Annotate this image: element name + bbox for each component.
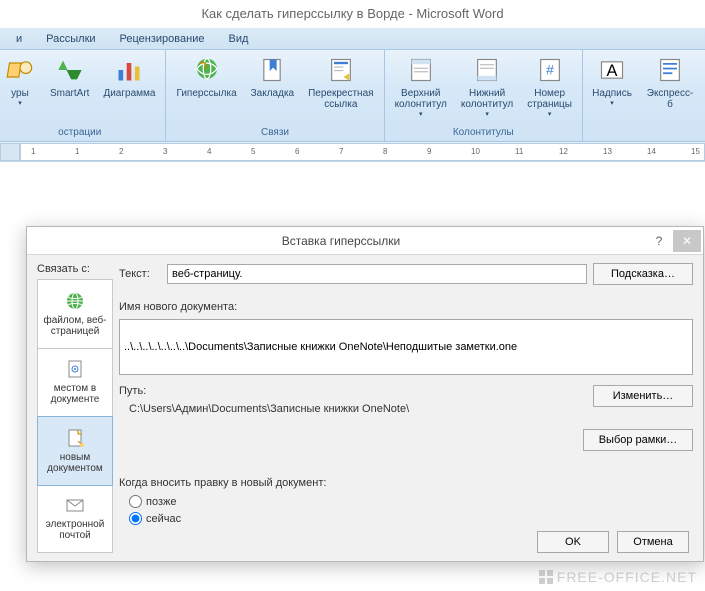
help-button[interactable]: ?: [645, 230, 673, 252]
chart-button[interactable]: Диаграмма: [99, 52, 159, 101]
target-frame-button[interactable]: Выбор рамки…: [583, 429, 693, 451]
ribbon-tabs: и Рассылки Рецензирование Вид: [0, 28, 705, 50]
smartart-button[interactable]: SmartArt: [46, 52, 93, 101]
ruler-corner[interactable]: [0, 143, 20, 161]
text-label: Текст:: [119, 268, 161, 280]
new-document-icon: [65, 428, 85, 448]
chart-icon: [113, 54, 145, 86]
cancel-button[interactable]: Отмена: [617, 531, 689, 553]
ok-button[interactable]: OK: [537, 531, 609, 553]
email-icon: [65, 495, 85, 515]
group-label: Связи: [172, 127, 377, 141]
hyperlink-icon: [191, 54, 223, 86]
chevron-down-icon: ▾: [18, 99, 22, 107]
windows-icon: [539, 570, 553, 584]
chevron-down-icon: ▾: [419, 110, 423, 118]
insert-hyperlink-dialog: Вставка гиперссылки ? ✕ Связать с: файло…: [26, 226, 704, 562]
footer-button[interactable]: Нижний колонтитул▾: [457, 52, 517, 120]
footer-icon: [471, 54, 503, 86]
chevron-down-icon: ▾: [548, 110, 552, 118]
group-text: A Надпись▾ Экспресс-б: [583, 50, 705, 141]
display-text-input[interactable]: [167, 264, 587, 284]
textbox-button[interactable]: A Надпись▾: [589, 52, 635, 109]
dialog-titlebar[interactable]: Вставка гиперссылки ? ✕: [27, 227, 703, 255]
svg-text:A: A: [607, 62, 618, 80]
quickparts-icon: [654, 54, 686, 86]
bookmark-button[interactable]: Закладка: [247, 52, 298, 101]
pagenumber-button[interactable]: # Номер страницы▾: [523, 52, 576, 120]
tab-review[interactable]: Рецензирование: [108, 28, 217, 50]
bookmark-icon: [256, 54, 288, 86]
path-label: Путь:: [119, 385, 146, 397]
smartart-icon: [54, 54, 86, 86]
link-type-place-doc[interactable]: местом в документе: [38, 349, 112, 418]
change-path-button[interactable]: Изменить…: [593, 385, 693, 407]
radio-edit-now[interactable]: сейчас: [129, 512, 693, 525]
header-button[interactable]: Верхний колонтитул▾: [391, 52, 451, 120]
link-type-email[interactable]: электронной почтой: [38, 485, 112, 553]
document-target-icon: [65, 359, 85, 379]
ruler-area: 1123456789101112131415: [0, 142, 705, 162]
link-type-list: файлом, веб- страницей местом в документ…: [37, 279, 113, 553]
link-type-file-web[interactable]: файлом, веб- страницей: [38, 280, 112, 349]
pagenumber-icon: #: [534, 54, 566, 86]
chevron-down-icon: ▾: [485, 110, 489, 118]
when-edit-label: Когда вносить правку в новый документ:: [119, 477, 693, 489]
screentip-button[interactable]: Подсказка…: [593, 263, 693, 285]
tab-partial[interactable]: и: [4, 28, 34, 50]
close-button[interactable]: ✕: [673, 230, 701, 252]
document-area[interactable]: [0, 162, 705, 222]
horizontal-ruler[interactable]: 1123456789101112131415: [20, 143, 705, 161]
radio-edit-later[interactable]: позже: [129, 495, 693, 508]
dialog-title: Вставка гиперссылки: [37, 234, 645, 248]
group-headerfooter: Верхний колонтитул▾ Нижний колонтитул▾ #…: [385, 50, 583, 141]
svg-text:#: #: [546, 62, 554, 78]
window-title: Как сделать гиперссылку в Ворде - Micros…: [0, 0, 705, 28]
crossref-button[interactable]: Перекрестная ссылка: [304, 52, 377, 112]
link-type-new-doc[interactable]: новым документом: [37, 416, 113, 486]
group-label: [589, 127, 699, 141]
shapes-icon: [4, 54, 36, 86]
header-icon: [405, 54, 437, 86]
group-links: Гиперссылка Закладка Перекрестная ссылка…: [166, 50, 384, 141]
watermark: FREE-OFFICE.NET: [539, 569, 697, 585]
chevron-down-icon: ▾: [610, 99, 614, 107]
hyperlink-button[interactable]: Гиперссылка: [172, 52, 240, 101]
crossref-icon: [325, 54, 357, 86]
group-illustrations: уры▾ SmartArt Диаграмма острации: [0, 50, 166, 141]
tab-mailings[interactable]: Рассылки: [34, 28, 107, 50]
new-document-name-input[interactable]: [119, 319, 693, 375]
globe-icon: [65, 291, 85, 311]
when-edit-radio-group: позже сейчас: [119, 495, 693, 525]
new-document-name-label: Имя нового документа:: [119, 301, 693, 313]
textbox-icon: A: [596, 54, 628, 86]
path-value: C:\Users\Админ\Documents\Записные книжки…: [119, 403, 577, 415]
ribbon: уры▾ SmartArt Диаграмма острации Гиперсс…: [0, 50, 705, 142]
shapes-button[interactable]: уры▾: [0, 52, 40, 109]
tab-view[interactable]: Вид: [216, 28, 260, 50]
link-with-label: Связать с:: [37, 263, 113, 275]
group-label: Колонтитулы: [391, 127, 576, 141]
group-label: острации: [0, 127, 159, 141]
quickparts-button[interactable]: Экспресс-б: [641, 52, 699, 112]
